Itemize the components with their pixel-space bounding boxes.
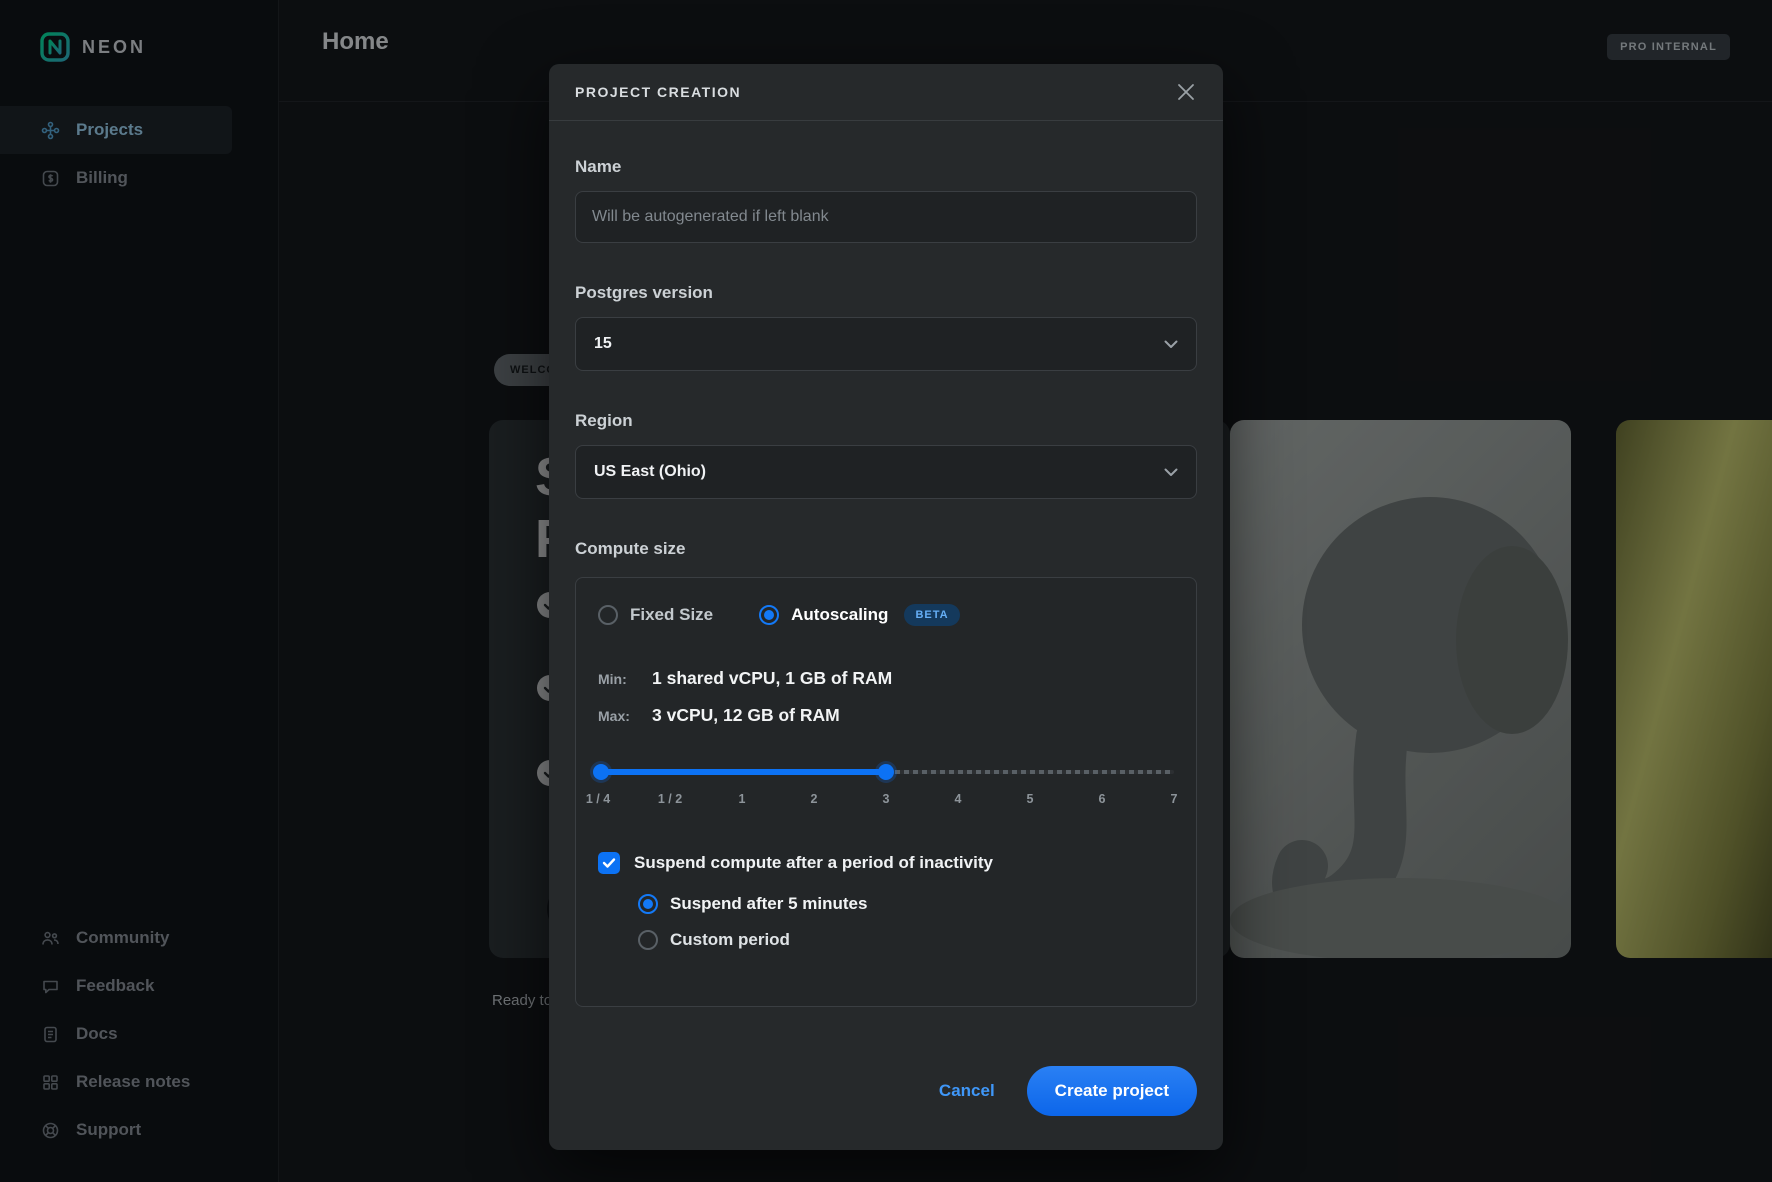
tick-label: 3 xyxy=(883,792,890,806)
region-label: Region xyxy=(575,411,1197,431)
radio-unchecked-icon xyxy=(638,930,658,950)
min-label: Min: xyxy=(598,671,638,687)
tick-label: 2 xyxy=(811,792,818,806)
radio-checked-icon xyxy=(759,605,779,625)
slider-fill xyxy=(598,769,886,775)
cancel-button[interactable]: Cancel xyxy=(939,1081,995,1101)
max-value: 3 vCPU, 12 GB of RAM xyxy=(652,705,840,726)
modal-header: PROJECT CREATION xyxy=(549,64,1223,121)
min-value: 1 shared vCPU, 1 GB of RAM xyxy=(652,668,892,689)
modal-body: Name Postgres version 15 Region US East … xyxy=(549,157,1223,1007)
postgres-version-value: 15 xyxy=(594,335,612,353)
project-creation-modal: PROJECT CREATION Name Postgres version 1… xyxy=(549,64,1223,1150)
suspend-after-5-minutes-radio[interactable]: Suspend after 5 minutes xyxy=(638,894,1174,914)
max-label: Max: xyxy=(598,708,638,724)
compute-mode-radios: Fixed Size Autoscaling BETA xyxy=(598,604,1174,626)
chevron-down-icon xyxy=(1164,468,1178,477)
tick-label: 6 xyxy=(1099,792,1106,806)
postgres-version-label: Postgres version xyxy=(575,283,1197,303)
tick-label: 1 / 2 xyxy=(658,792,682,806)
tick-label: 4 xyxy=(955,792,962,806)
create-project-button[interactable]: Create project xyxy=(1027,1066,1197,1116)
close-icon[interactable] xyxy=(1175,81,1197,103)
region-select[interactable]: US East (Ohio) xyxy=(575,445,1197,499)
tick-label: 7 xyxy=(1171,792,1178,806)
radio-checked-icon xyxy=(638,894,658,914)
region-value: US East (Ohio) xyxy=(594,463,706,481)
suspend-option-label: Suspend after 5 minutes xyxy=(670,894,867,914)
min-spec-row: Min: 1 shared vCPU, 1 GB of RAM xyxy=(598,668,1174,689)
modal-title: PROJECT CREATION xyxy=(575,84,741,100)
slider-handle-min[interactable] xyxy=(593,764,609,780)
chevron-down-icon xyxy=(1164,340,1178,349)
radio-unchecked-icon xyxy=(598,605,618,625)
tick-label: 5 xyxy=(1027,792,1034,806)
project-name-input[interactable] xyxy=(575,191,1197,243)
beta-badge: BETA xyxy=(904,604,959,626)
fixed-size-radio[interactable]: Fixed Size xyxy=(598,605,713,625)
suspend-option-label: Custom period xyxy=(670,930,790,950)
compute-size-label: Compute size xyxy=(575,539,1197,559)
name-label: Name xyxy=(575,157,1197,177)
autoscaling-label: Autoscaling xyxy=(791,605,888,625)
slider-tick-labels: 1 / 4 1 / 2 1 2 3 4 5 6 7 xyxy=(598,792,1174,808)
suspend-compute-checkbox[interactable]: Suspend compute after a period of inacti… xyxy=(598,852,1174,874)
modal-footer: Cancel Create project xyxy=(549,1066,1223,1150)
checkbox-checked-icon xyxy=(598,852,620,874)
postgres-version-select[interactable]: 15 xyxy=(575,317,1197,371)
suspend-options: Suspend after 5 minutes Custom period xyxy=(638,894,1174,950)
autoscaling-radio[interactable]: Autoscaling BETA xyxy=(759,604,959,626)
compute-range-slider[interactable] xyxy=(598,764,1174,780)
max-spec-row: Max: 3 vCPU, 12 GB of RAM xyxy=(598,705,1174,726)
custom-period-radio[interactable]: Custom period xyxy=(638,930,1174,950)
compute-size-panel: Fixed Size Autoscaling BETA Min: 1 share… xyxy=(575,577,1197,1007)
fixed-size-label: Fixed Size xyxy=(630,605,713,625)
tick-label: 1 xyxy=(739,792,746,806)
slider-handle-max[interactable] xyxy=(878,764,894,780)
suspend-label: Suspend compute after a period of inacti… xyxy=(634,853,993,873)
tick-label: 1 / 4 xyxy=(586,792,610,806)
